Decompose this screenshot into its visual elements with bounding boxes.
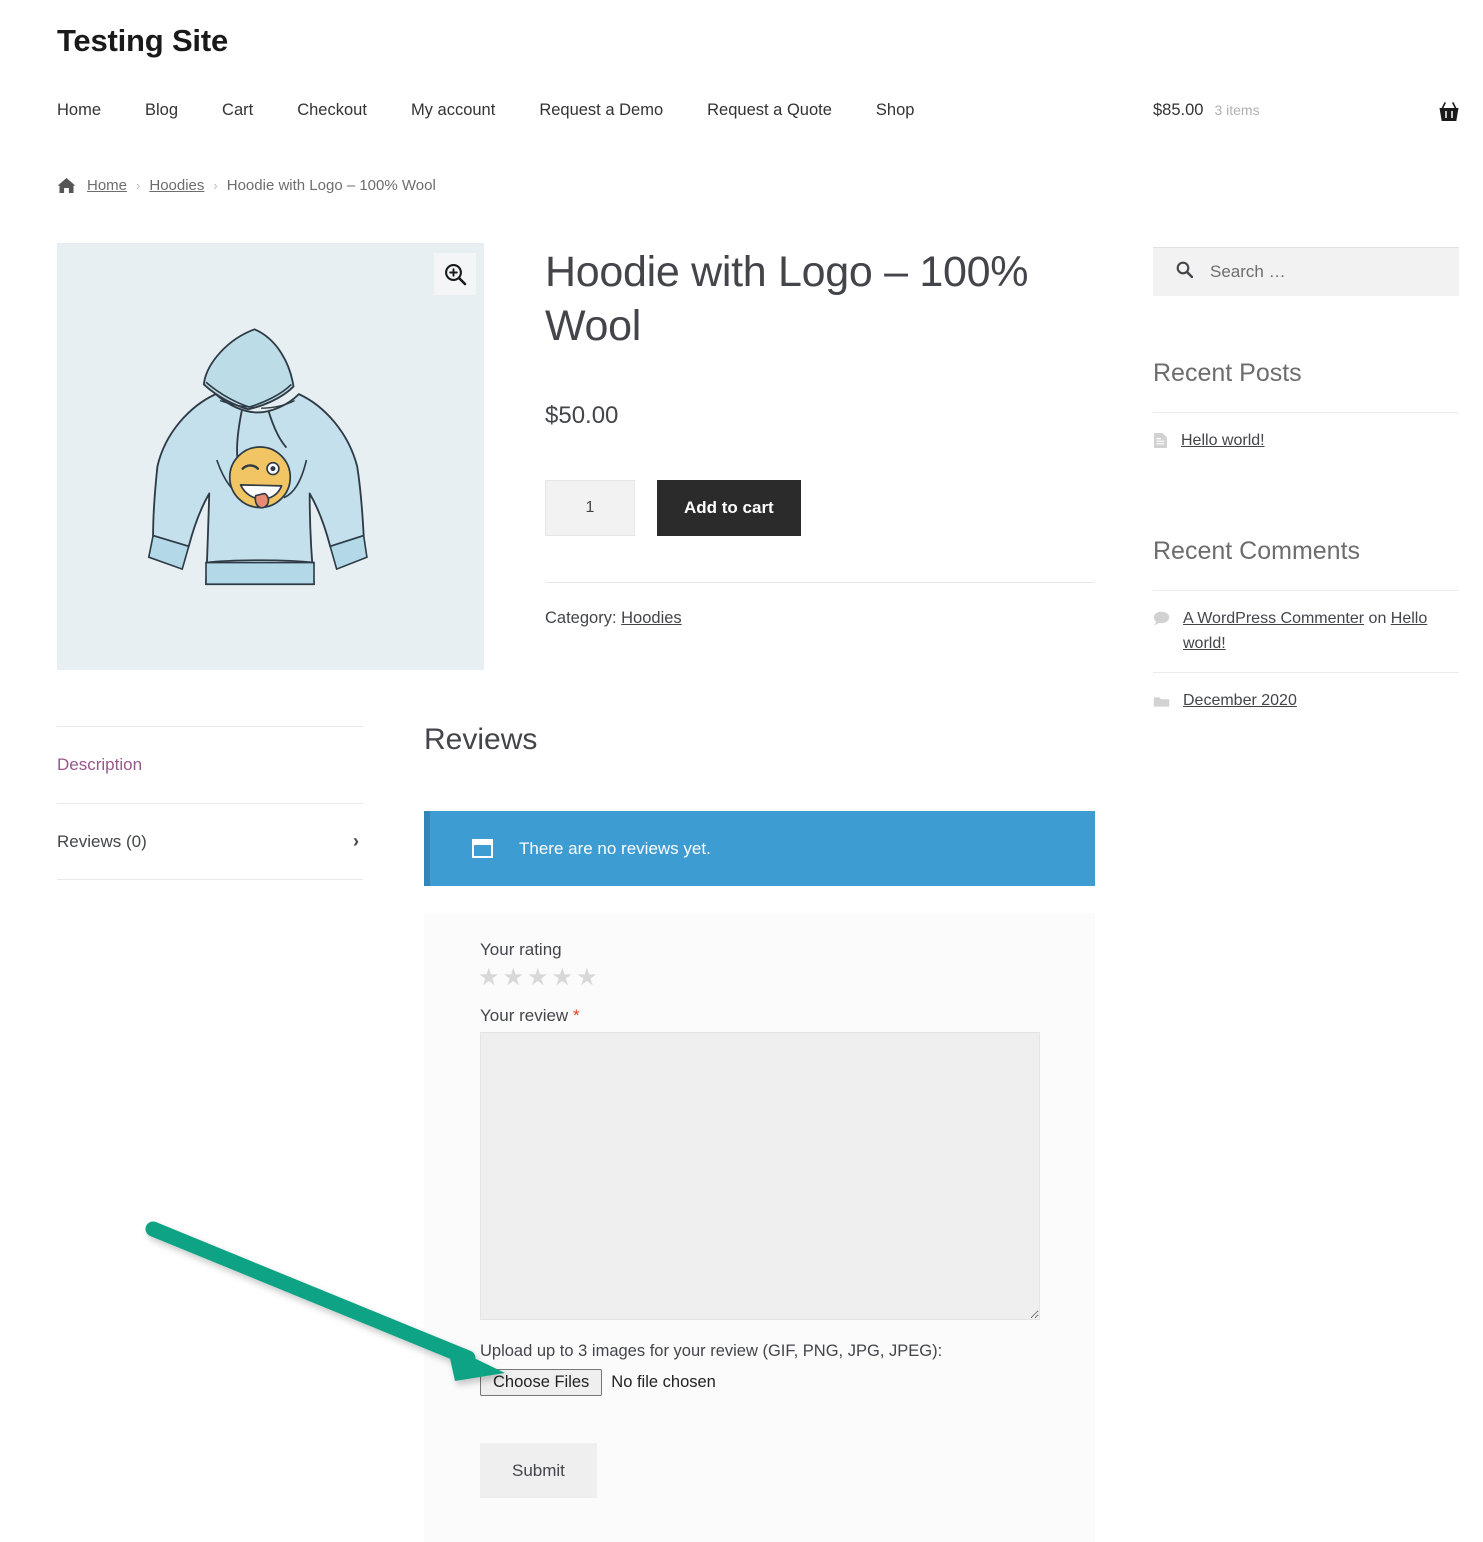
recent-post-link[interactable]: Hello world! xyxy=(1181,432,1265,449)
comment-on-text: on xyxy=(1364,609,1391,627)
comment-icon xyxy=(1153,610,1170,635)
tab-reviews-label: Reviews (0) xyxy=(57,831,147,851)
cart-summary[interactable]: $85.00 3 items xyxy=(1153,101,1260,120)
breadcrumb-link-home[interactable]: Home xyxy=(87,177,127,194)
star-icon-1[interactable]: ★ xyxy=(478,966,500,990)
rating-label: Your rating xyxy=(480,940,562,959)
sidebar: Recent Posts Hello world! Recent Comment… xyxy=(1153,247,1459,733)
breadcrumb-link-hoodies[interactable]: Hoodies xyxy=(149,177,204,194)
list-item: Hello world! xyxy=(1153,412,1459,474)
nav-item-cart[interactable]: Cart xyxy=(222,102,253,119)
file-status-text: No file chosen xyxy=(611,1373,716,1391)
list-item-text: December 2020 xyxy=(1183,689,1297,714)
widget-recent-comments: Recent Comments A WordPress Commenter on… xyxy=(1153,536,1459,733)
nav-item-my-account[interactable]: My account xyxy=(411,102,495,119)
product-meta: Category: Hoodies xyxy=(545,581,1095,628)
reviews-panel: Reviews There are no reviews yet. Your r… xyxy=(424,722,1095,1542)
breadcrumb: Home › Hoodies › Hoodie with Logo – 100%… xyxy=(57,177,436,194)
tab-description[interactable]: Description xyxy=(57,726,363,803)
list-item: A WordPress Commenter on Hello world! xyxy=(1153,589,1459,673)
product-gallery xyxy=(57,243,484,670)
list-item: December 2020 xyxy=(1153,672,1459,733)
product-price: $50.00 xyxy=(545,401,619,429)
upload-instructions: Upload up to 3 images for your review (G… xyxy=(480,1342,943,1360)
search-input[interactable] xyxy=(1208,261,1428,283)
folder-icon xyxy=(1153,692,1170,717)
nav-item-home[interactable]: Home xyxy=(57,102,101,119)
star-icon-2[interactable]: ★ xyxy=(503,966,525,990)
list-item-text: Hello world! xyxy=(1181,429,1265,454)
quantity-input[interactable] xyxy=(545,479,635,536)
choose-files-button[interactable]: Choose Files xyxy=(480,1369,603,1396)
home-icon[interactable] xyxy=(57,177,76,194)
widget-title-recent-posts: Recent Posts xyxy=(1153,359,1302,387)
search-icon xyxy=(1176,261,1194,283)
archive-link[interactable]: December 2020 xyxy=(1183,692,1297,709)
shopping-basket-icon[interactable] xyxy=(1437,100,1461,124)
nav-item-request-a-demo[interactable]: Request a Demo xyxy=(539,102,663,119)
note-icon xyxy=(472,839,493,858)
no-reviews-notice-text: There are no reviews yet. xyxy=(519,838,711,858)
document-icon xyxy=(1153,432,1168,458)
list-item-text: A WordPress Commenter on Hello world! xyxy=(1183,607,1459,657)
category-label: Category: xyxy=(545,608,617,627)
site-header: Testing Site xyxy=(0,0,1483,59)
breadcrumb-separator: › xyxy=(136,178,141,193)
chevron-right-icon: › xyxy=(353,831,359,851)
submit-button[interactable]: Submit xyxy=(480,1443,597,1498)
nav-item-shop[interactable]: Shop xyxy=(876,102,915,119)
review-form: Your rating ★ ★ ★ ★ ★ Your review * Uplo… xyxy=(424,913,1095,1542)
cart-item-count: 3 items xyxy=(1214,102,1260,118)
product-summary: Hoodie with Logo – 100% Wool $50.00 Add … xyxy=(545,246,1095,628)
file-upload-row: Choose Files No file chosen xyxy=(480,1369,1039,1396)
recent-posts-list: Hello world! xyxy=(1153,412,1459,474)
breadcrumb-current: Hoodie with Logo – 100% Wool xyxy=(226,177,436,194)
required-asterisk: * xyxy=(572,1006,580,1025)
product-tabs: Description Reviews (0) › xyxy=(57,726,363,880)
reviews-heading: Reviews xyxy=(424,723,538,756)
star-rating[interactable]: ★ ★ ★ ★ ★ xyxy=(478,966,1039,990)
nav-item-request-a-quote[interactable]: Request a Quote xyxy=(707,102,832,119)
category-link[interactable]: Hoodies xyxy=(621,609,682,627)
star-icon-5[interactable]: ★ xyxy=(576,966,598,990)
cart-total-amount: $85.00 xyxy=(1153,101,1204,119)
tab-reviews[interactable]: Reviews (0) › xyxy=(57,803,363,880)
page-title: Hoodie with Logo – 100% Wool xyxy=(545,248,1029,350)
star-icon-4[interactable]: ★ xyxy=(552,966,574,990)
add-to-cart-button[interactable]: Add to cart xyxy=(657,479,801,536)
recent-comments-list: A WordPress Commenter on Hello world! De… xyxy=(1153,589,1459,733)
widget-recent-posts: Recent Posts Hello world! xyxy=(1153,358,1459,474)
product-image[interactable] xyxy=(57,243,484,670)
comment-author-link[interactable]: A WordPress Commenter xyxy=(1183,610,1364,627)
nav-item-blog[interactable]: Blog xyxy=(145,102,178,119)
review-textarea[interactable] xyxy=(480,1032,1040,1320)
site-title: Testing Site xyxy=(57,23,228,58)
magnifier-plus-icon[interactable] xyxy=(434,253,476,295)
review-field-label: Your review * xyxy=(480,1006,1039,1026)
tab-description-label: Description xyxy=(57,755,143,774)
widget-title-recent-comments: Recent Comments xyxy=(1153,536,1361,565)
review-label-text: Your review xyxy=(480,1006,569,1025)
no-reviews-notice: There are no reviews yet. xyxy=(424,811,1095,886)
search-box[interactable] xyxy=(1153,247,1459,296)
main-navigation: Home Blog Cart Checkout My account Reque… xyxy=(0,93,1483,127)
nav-item-checkout[interactable]: Checkout xyxy=(297,102,367,119)
star-icon-3[interactable]: ★ xyxy=(527,966,549,990)
add-to-cart-form: Add to cart xyxy=(545,479,1095,536)
breadcrumb-separator: › xyxy=(213,178,218,193)
